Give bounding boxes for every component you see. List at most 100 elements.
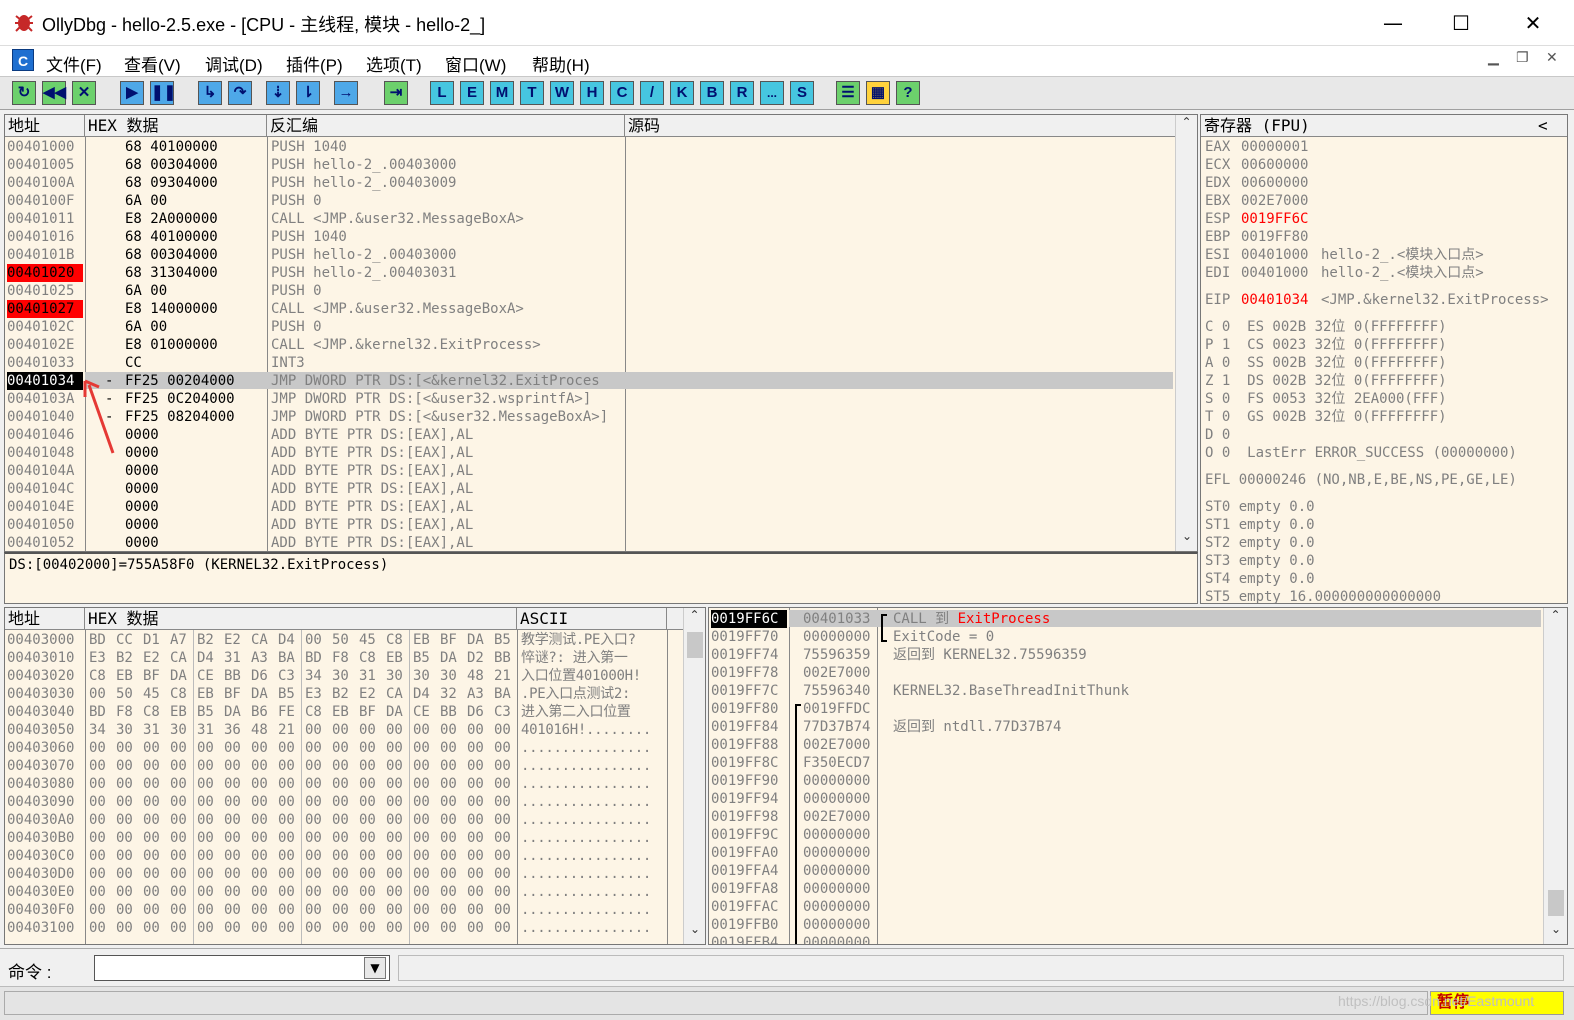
dump-row[interactable]: 004030B0 00 00 00 00 00 00 00 00 00 00 00 00 00 00 00 00… xyxy=(5,829,683,847)
open-icon[interactable]: ↻ xyxy=(12,81,36,105)
fpu-row[interactable]: ST5 empty 16.000000000000000 xyxy=(1205,588,1441,603)
stack-scroll-down-icon[interactable]: ⌄ xyxy=(1544,922,1567,936)
trace-over-icon[interactable]: ⇂ xyxy=(296,81,320,105)
register-value[interactable]: 0019FF80 xyxy=(1241,228,1308,246)
dump-row[interactable]: 00403100 00 00 00 00 00 00 00 00 00 00 00 00 00 00 00 00… xyxy=(5,919,683,937)
minimize-button[interactable]: — xyxy=(1368,6,1418,40)
stack-scrollbar[interactable]: ⌃ ⌄ xyxy=(1543,608,1567,944)
dump-row[interactable]: 00403020 C8 EB BF DA CE BB D6 C3 34 30 31 30 30 30 48 21… xyxy=(5,667,683,685)
dump-col-hex-header[interactable]: HEX 数据 xyxy=(85,608,517,630)
col-hex-header[interactable]: HEX 数据 xyxy=(85,115,267,137)
dump-row[interactable]: 004030E0 00 00 00 00 00 00 00 00 00 00 00 00 00 00 00 00… xyxy=(5,883,683,901)
register-value[interactable]: 002E7000 xyxy=(1241,192,1308,210)
memory-window-button[interactable]: M xyxy=(490,81,514,105)
dump-scroll-up-icon[interactable]: ⌃ xyxy=(684,608,705,622)
fpu-row[interactable]: ST2 empty 0.0 xyxy=(1205,534,1315,552)
dump-row[interactable]: 00403080 00 00 00 00 00 00 00 00 00 00 00 00 00 00 00 00… xyxy=(5,775,683,793)
stack-row[interactable]: 0019FF88 002E7000 xyxy=(709,736,1545,754)
dump-row[interactable]: 00403060 00 00 00 00 00 00 00 00 00 00 00 00 00 00 00 00… xyxy=(5,739,683,757)
disasm-row[interactable]: 00401048 0000 ADD BYTE PTR DS:[EAX],AL xyxy=(5,444,1175,462)
flag-row[interactable]: C 0 ES 002B 32位 0(FFFFFFFF) xyxy=(1205,318,1447,336)
stack-row[interactable]: 0019FF84 77D37B74 返回到 ntdll.77D37B74 xyxy=(709,718,1545,736)
disasm-row[interactable]: 00401033 CC INT3 xyxy=(5,354,1175,372)
disasm-row[interactable]: 00401027 E8 14000000 CALL <JMP.&user32.Mes… xyxy=(5,300,1175,318)
stack-row[interactable]: 0019FF80 0019FFDC xyxy=(709,700,1545,718)
flag-row[interactable]: O 0 LastErr ERROR_SUCCESS (00000000) xyxy=(1205,444,1517,462)
dump-row[interactable]: 00403000 BD CC D1 A7 B2 E2 CA D4 00 50 45 C8 EB BF DA B5… xyxy=(5,631,683,649)
dump-row[interactable]: 004030D0 00 00 00 00 00 00 00 00 00 00 00 00 00 00 00 00… xyxy=(5,865,683,883)
stack-scroll-up-icon[interactable]: ⌃ xyxy=(1544,608,1567,622)
menu-options[interactable]: 选项(T) xyxy=(366,51,422,76)
flag-row[interactable]: Z 1 DS 002B 32位 0(FFFFFFFF) xyxy=(1205,372,1447,390)
handles-window-button[interactable]: H xyxy=(580,81,604,105)
dump-row[interactable]: 004030F0 00 00 00 00 00 00 00 00 00 00 00 00 00 00 00 00… xyxy=(5,901,683,919)
stack-row[interactable]: 0019FF90 00000000 xyxy=(709,772,1545,790)
stack-row[interactable]: 0019FF98 002E7000 xyxy=(709,808,1545,826)
stack-row[interactable]: 0019FF6C 00401033 CALL 到 ExitProcess xyxy=(709,610,1545,628)
flag-row[interactable]: T 0 GS 002B 32位 0(FFFFFFFF) xyxy=(1205,408,1447,426)
fpu-row[interactable]: ST4 empty 0.0 xyxy=(1205,570,1315,588)
stack-row[interactable]: 0019FFA4 00000000 xyxy=(709,862,1545,880)
menu-plugins[interactable]: 插件(P) xyxy=(286,51,343,76)
mdi-minimize-button[interactable]: ▁ xyxy=(1488,50,1499,66)
close-program-icon[interactable]: ✕ xyxy=(72,81,96,105)
disasm-row[interactable]: 00401040- FF25 08204000 JMP DWORD PTR DS:[… xyxy=(5,408,1175,426)
disasm-row[interactable]: 00401052 0000 ADD BYTE PTR DS:[EAX],AL xyxy=(5,534,1175,552)
disasm-row[interactable]: 00401025 6A 00 PUSH 0 xyxy=(5,282,1175,300)
goto-icon[interactable]: ⇥ xyxy=(384,81,408,105)
disassembly-scrollbar[interactable]: ⌃ ⌄ xyxy=(1175,115,1197,551)
dump-pane[interactable]: 地址 HEX 数据 ASCII 00403000 BD CC D1 A7 B2 E2 CA D4… xyxy=(4,607,706,945)
command-input[interactable] xyxy=(94,955,390,981)
register-value[interactable]: 00401000 xyxy=(1241,246,1308,264)
disasm-row[interactable]: 00401020 68 31304000 PUSH hello-2_.0040303… xyxy=(5,264,1175,282)
dump-scroll-thumb[interactable] xyxy=(687,632,703,658)
col-disasm-header[interactable]: 反汇编 xyxy=(267,115,625,137)
disasm-row[interactable]: 0040104A 0000 ADD BYTE PTR DS:[EAX],AL xyxy=(5,462,1175,480)
stack-row[interactable]: 0019FFB4 00000000 xyxy=(709,934,1545,944)
register-value[interactable]: 00401000 xyxy=(1241,264,1308,282)
dump-row[interactable]: 00403030 00 50 45 C8 EB BF DA B5 E3 B2 E2 CA D4 32 A3 BA… xyxy=(5,685,683,703)
threads-window-button[interactable]: T xyxy=(520,81,544,105)
step-into-icon[interactable]: ↳ xyxy=(198,81,222,105)
menu-view[interactable]: 查看(V) xyxy=(124,51,181,76)
register-value[interactable]: 00600000 xyxy=(1241,174,1308,192)
source-window-button[interactable]: S xyxy=(790,81,814,105)
dump-row[interactable]: 00403050 34 30 31 30 31 36 48 21 00 00 00 00 00 00 00 00… xyxy=(5,721,683,739)
register-value[interactable]: 00600000 xyxy=(1241,156,1308,174)
stack-row[interactable]: 0019FF94 00000000 xyxy=(709,790,1545,808)
disasm-row[interactable]: 0040103A - FF25 0C204000 JMP DWORD PTR DS:[… xyxy=(5,390,1175,408)
references-window-button[interactable]: R xyxy=(730,81,754,105)
patches-window-button[interactable]: / xyxy=(640,81,664,105)
dump-row[interactable]: 004030C0 00 00 00 00 00 00 00 00 00 00 00 00 00 00 00 00… xyxy=(5,847,683,865)
dump-scroll-down-icon[interactable]: ⌄ xyxy=(684,922,705,936)
windows-window-button[interactable]: W xyxy=(550,81,574,105)
flag-row[interactable]: S 0 FS 0053 32位 2EA000(FFF) xyxy=(1205,390,1447,408)
dump-row[interactable]: 004030A0 00 00 00 00 00 00 00 00 00 00 00 00 00 00 00 00… xyxy=(5,811,683,829)
stack-row[interactable]: 0019FFAC 00000000 xyxy=(709,898,1545,916)
col-source-header[interactable]: 源码 xyxy=(625,115,1175,137)
stack-row[interactable]: 0019FF9C 00000000 xyxy=(709,826,1545,844)
scroll-up-icon[interactable]: ⌃ xyxy=(1176,115,1197,129)
menu-help[interactable]: 帮助(H) xyxy=(532,51,590,76)
disasm-row[interactable]: 00401050 0000 ADD BYTE PTR DS:[EAX],AL xyxy=(5,516,1175,534)
efl-row[interactable]: EFL 00000246 (NO,NB,E,BE,NS,PE,GE,LE) xyxy=(1205,471,1517,489)
stack-row[interactable]: 0019FF8C F350ECD7 xyxy=(709,754,1545,772)
disasm-row[interactable]: 0040100F 6A 00 PUSH 0 xyxy=(5,192,1175,210)
registers-pane[interactable]: 寄存器 (FPU) < EAX 00000001 ECX 00600000 EDX 006… xyxy=(1200,114,1568,604)
disasm-row[interactable]: 00401046 0000 ADD BYTE PTR DS:[EAX],AL xyxy=(5,426,1175,444)
disasm-row[interactable]: 0040104C 0000 ADD BYTE PTR DS:[EAX],AL xyxy=(5,480,1175,498)
breakpoints-window-button[interactable]: B xyxy=(700,81,724,105)
log-window-button[interactable]: L xyxy=(430,81,454,105)
stack-row[interactable]: 0019FF70 00000000 ExitCode = 0 xyxy=(709,628,1545,646)
restart-icon[interactable]: ◀◀ xyxy=(42,81,66,105)
stack-row[interactable]: 0019FFA0 00000000 xyxy=(709,844,1545,862)
callstack-window-button[interactable]: K xyxy=(670,81,694,105)
close-button[interactable]: ✕ xyxy=(1508,6,1558,40)
dump-col-ascii-header[interactable]: ASCII xyxy=(517,608,667,630)
appearance-icon[interactable]: ▦ xyxy=(866,81,890,105)
stack-row[interactable]: 0019FF7C 75596340 KERNEL32.BaseThreadInitT… xyxy=(709,682,1545,700)
dump-row[interactable]: 00403070 00 00 00 00 00 00 00 00 00 00 00 00 00 00 00 00… xyxy=(5,757,683,775)
mdi-close-button[interactable]: ✕ xyxy=(1546,50,1558,66)
cpu-window-button[interactable]: C xyxy=(610,81,634,105)
disasm-row[interactable]: 0040102E E8 01000000 CALL <JMP.&kernel32.E… xyxy=(5,336,1175,354)
